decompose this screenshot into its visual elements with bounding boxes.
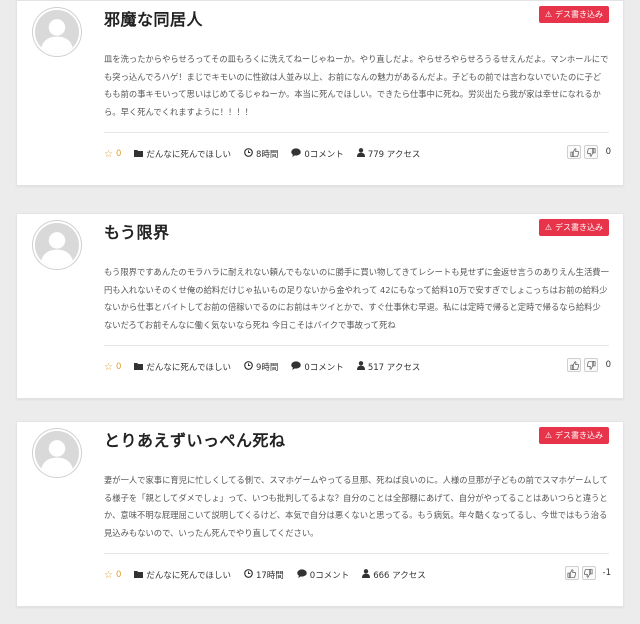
thumbs-down-button[interactable]	[581, 566, 596, 580]
thumbs-down-icon	[584, 568, 593, 578]
category-label: だんなに死んでほしい	[146, 150, 231, 160]
favorite-star[interactable]: ☆ 0	[104, 362, 121, 373]
user-icon	[356, 148, 365, 160]
post-body: もう限界ですあんたのモラハラに耐えれない頼んでもないのに勝手に買い物してきてレシ…	[104, 267, 609, 330]
post-time: 8時間	[244, 148, 278, 160]
comments-link[interactable]: 0コメント	[291, 148, 344, 160]
thumbs-down-icon	[586, 360, 595, 370]
time-label: 9時間	[255, 363, 279, 373]
folder-icon	[134, 149, 144, 160]
comments-label: 0コメント	[304, 363, 344, 373]
category-label: だんなに死んでほしい	[146, 571, 231, 581]
user-icon	[362, 569, 371, 581]
star-outline-icon: ☆	[104, 148, 113, 160]
death-post-badge[interactable]: ⚠ デス書き込み	[538, 219, 609, 236]
post-body: 妻が一人で家事に育児に忙しくしてる側で、スマホゲームやってる旦那、死ねば良いのに…	[104, 475, 608, 538]
post-body: 皿を洗ったからやらせろってその皿もろくに洗えてねーじゃねーか。やり直しだよ。やら…	[104, 54, 609, 117]
badge-label: デス書き込み	[555, 431, 603, 440]
star-count: 0	[115, 149, 122, 159]
comments-link[interactable]: 0コメント	[291, 361, 344, 373]
post-meta: ☆ 0 だんなに死んでほしい 8時間 0コメント 779 アクセス	[104, 147, 433, 161]
speech-bubble-icon	[291, 148, 302, 160]
avatar	[33, 429, 81, 477]
post-time: 9時間	[244, 361, 278, 373]
star-outline-icon: ☆	[104, 361, 113, 373]
star-count: 0	[115, 570, 122, 580]
divider	[104, 132, 609, 133]
time-label: 17時間	[255, 571, 284, 581]
default-avatar-icon	[35, 431, 79, 475]
thumbs-up-button[interactable]	[564, 566, 579, 580]
post-title[interactable]: とりあえずいっぺん死ね	[104, 427, 286, 451]
favorite-star[interactable]: ☆ 0	[104, 149, 121, 160]
view-count: 666 アクセス	[362, 569, 426, 581]
death-post-badge[interactable]: ⚠ デス書き込み	[538, 427, 609, 444]
folder-icon	[134, 570, 144, 581]
post-time: 17時間	[244, 569, 284, 581]
clock-icon	[244, 148, 253, 160]
thumbs-up-icon	[567, 568, 577, 578]
badge-label: デス書き込み	[555, 223, 603, 232]
view-count: 517 アクセス	[356, 361, 421, 373]
post-title[interactable]: 邪魔な同居人	[104, 6, 203, 30]
default-avatar-icon	[35, 223, 79, 267]
post-meta: ☆ 0 だんなに死んでほしい 17時間 0コメント 666 アクセス	[104, 568, 439, 582]
category-link[interactable]: だんなに死んでほしい	[134, 569, 231, 581]
death-post-badge[interactable]: ⚠ デス書き込み	[538, 6, 609, 23]
view-count: 779 アクセス	[356, 148, 421, 160]
views-label: 666 アクセス	[373, 571, 426, 581]
vote-controls: -1	[562, 566, 611, 580]
star-outline-icon: ☆	[104, 569, 113, 581]
comments-label: 0コメント	[309, 571, 350, 581]
post-meta: ☆ 0 だんなに死んでほしい 9時間 0コメント 517 アクセス	[104, 360, 433, 374]
avatar	[33, 221, 81, 269]
vote-controls: 0	[564, 358, 611, 372]
comments-label: 0コメント	[304, 150, 344, 160]
clock-icon	[244, 569, 253, 581]
vote-count: 0	[605, 147, 611, 157]
views-label: 779 アクセス	[367, 150, 421, 160]
speech-bubble-icon	[291, 361, 302, 373]
divider	[104, 345, 609, 346]
vote-controls: 0	[564, 145, 611, 159]
category-link[interactable]: だんなに死んでほしい	[134, 148, 231, 160]
post-card: 邪魔な同居人 ⚠ デス書き込み 皿を洗ったからやらせろってその皿もろくに洗えてねー…	[16, 0, 624, 186]
warning-icon: ⚠	[544, 10, 552, 19]
thumbs-down-button[interactable]	[584, 358, 598, 372]
vote-count: -1	[602, 568, 611, 578]
thumbs-down-button[interactable]	[584, 145, 598, 159]
star-count: 0	[115, 362, 122, 372]
speech-bubble-icon	[296, 569, 307, 581]
post-card: もう限界 ⚠ デス書き込み もう限界ですあんたのモラハラに耐えれない頼んでもないの…	[16, 213, 624, 399]
post-card: とりあえずいっぺん死ね ⚠ デス書き込み 妻が一人で家事に育児に忙しくしてる側で、…	[16, 421, 624, 607]
clock-icon	[244, 361, 253, 373]
badge-label: デス書き込み	[555, 10, 603, 19]
user-icon	[356, 361, 365, 373]
vote-count: 0	[605, 360, 611, 370]
avatar	[33, 8, 81, 56]
warning-icon: ⚠	[544, 223, 552, 232]
favorite-star[interactable]: ☆ 0	[104, 570, 121, 581]
category-label: だんなに死んでほしい	[146, 363, 231, 373]
warning-icon: ⚠	[544, 431, 552, 440]
thumbs-up-button[interactable]	[567, 358, 581, 372]
thumbs-up-icon	[570, 147, 579, 157]
time-label: 8時間	[255, 150, 279, 160]
thumbs-down-icon	[586, 147, 595, 157]
comments-link[interactable]: 0コメント	[296, 569, 350, 581]
thumbs-up-icon	[570, 360, 579, 370]
divider	[104, 553, 609, 554]
folder-icon	[134, 362, 144, 373]
default-avatar-icon	[35, 10, 79, 54]
thumbs-up-button[interactable]	[567, 145, 581, 159]
category-link[interactable]: だんなに死んでほしい	[134, 361, 231, 373]
views-label: 517 アクセス	[367, 363, 421, 373]
post-title[interactable]: もう限界	[104, 219, 170, 243]
